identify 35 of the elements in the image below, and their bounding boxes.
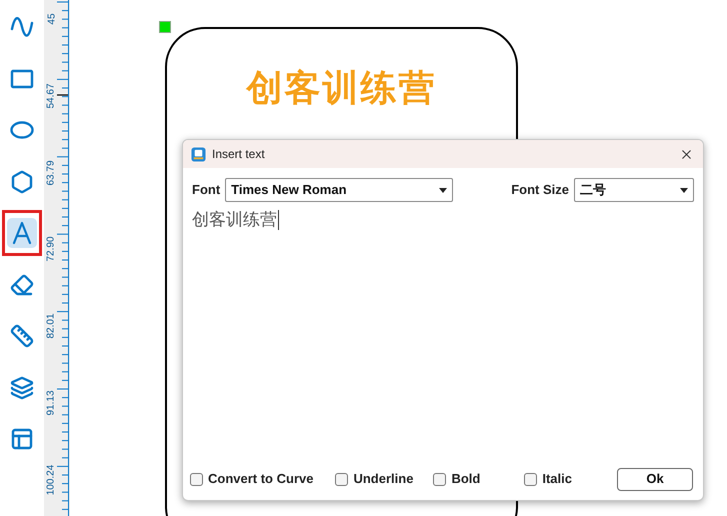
dropdown-caret-icon	[680, 188, 688, 192]
eraser-icon	[10, 272, 34, 296]
layers-icon	[10, 376, 34, 400]
dropdown-caret-icon	[439, 188, 448, 192]
layout-icon	[10, 427, 34, 451]
ruler-label: 72.90	[46, 236, 56, 262]
option-label: Underline	[353, 470, 414, 488]
ruler-icon	[10, 324, 34, 348]
ruler-label: 45	[47, 13, 58, 25]
option-label: Italic	[542, 470, 572, 488]
option-label: Bold	[451, 470, 480, 488]
font-size-label: Font Size	[511, 181, 569, 200]
selection-handle[interactable]	[159, 21, 171, 33]
ruler-label: 91.13	[46, 390, 56, 416]
tool-button[interactable]	[2, 210, 42, 256]
font-label: Font	[192, 181, 220, 200]
checkbox[interactable]	[190, 472, 203, 486]
dialog-title: Insert text	[212, 146, 265, 163]
letter-a-icon	[10, 221, 34, 245]
hexagon-icon	[10, 170, 34, 194]
font-size-dropdown[interactable]: 二号	[574, 178, 694, 202]
font-dropdown[interactable]: Times New Roman	[225, 178, 454, 202]
sine-wave-icon	[10, 15, 34, 39]
checkbox[interactable]	[335, 472, 348, 486]
canvas-text: 创客训练营	[246, 71, 436, 111]
ruler-label: 54.67	[46, 83, 56, 108]
checkbox[interactable]	[524, 472, 538, 486]
ok-button[interactable]: Ok	[617, 468, 693, 490]
text-input-area[interactable]: 创客训练营	[192, 208, 694, 464]
ruler-label: 63.79	[46, 160, 56, 186]
option-label: Convert to Curve	[208, 470, 314, 488]
ruler-label: 100.24	[46, 464, 56, 496]
app-logo-icon	[191, 146, 206, 162]
ruler-label: 82.01	[46, 314, 56, 339]
checkbox[interactable]	[433, 472, 446, 486]
